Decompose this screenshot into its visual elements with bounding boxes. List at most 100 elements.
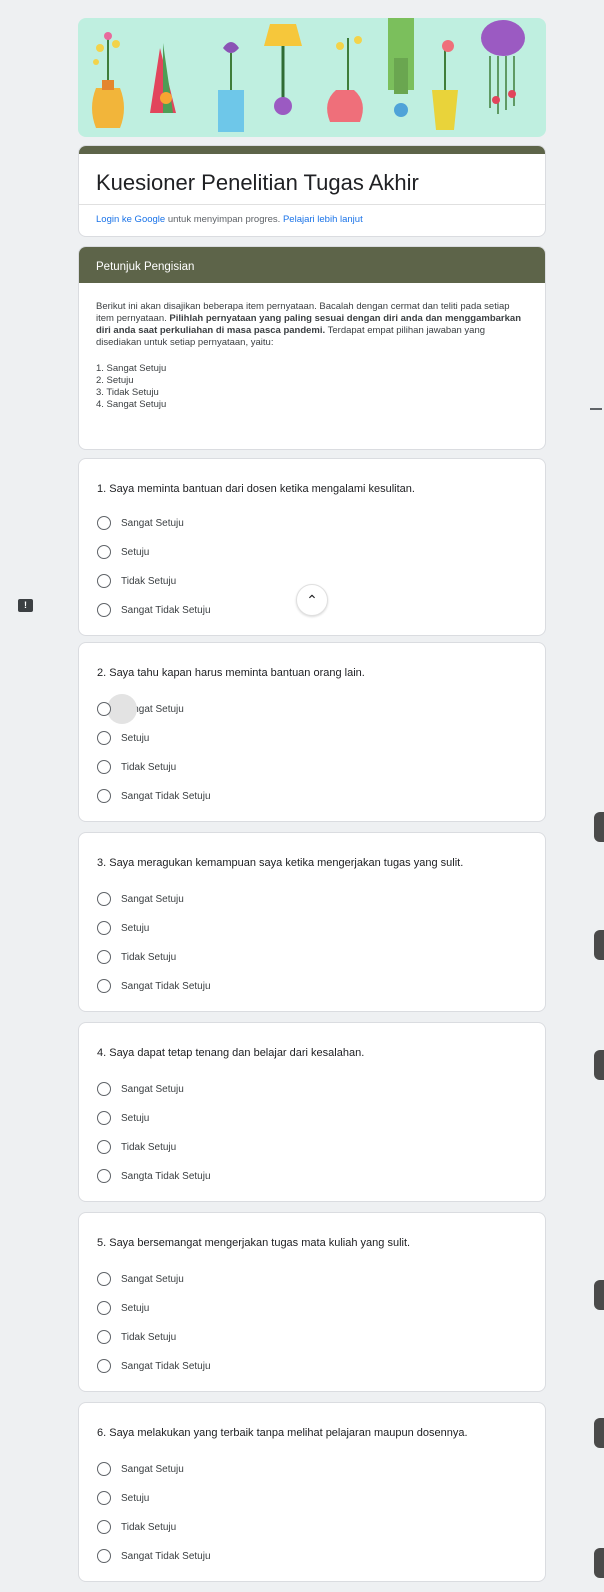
edge-tab[interactable] (594, 930, 604, 960)
question-text: 6. Saya melakukan yang terbaik tanpa mel… (97, 1427, 468, 1439)
radio-button[interactable] (97, 760, 111, 774)
login-notice-text: untuk menyimpan progres. (165, 214, 283, 225)
option-row[interactable]: Setuju (97, 1488, 149, 1508)
edge-tab[interactable] (594, 1418, 604, 1448)
radio-button[interactable] (97, 1491, 111, 1505)
option-label: Sangat Tidak Setuju (121, 980, 211, 992)
option-row[interactable]: Tidak Setuju (97, 571, 176, 591)
option-row[interactable]: Tidak Setuju (97, 1137, 176, 1157)
edge-marker (590, 408, 602, 410)
edge-tab[interactable] (594, 812, 604, 842)
option-row[interactable]: Sangat Setuju (97, 1079, 184, 1099)
option-label: Sangat Setuju (121, 1273, 184, 1285)
option-row[interactable]: Sangta Tidak Setuju (97, 1166, 211, 1186)
title-accent-bar (79, 146, 545, 154)
question-text: 4. Saya dapat tetap tenang dan belajar d… (97, 1047, 365, 1059)
edge-tab[interactable] (594, 1548, 604, 1578)
login-link[interactable]: Login ke Google (96, 214, 165, 225)
report-icon[interactable]: ! (18, 599, 33, 612)
radio-button[interactable] (97, 1272, 111, 1286)
radio-button[interactable] (97, 1359, 111, 1373)
answer-choice: 1. Sangat Setuju (96, 363, 167, 374)
radio-button[interactable] (97, 950, 111, 964)
section-intro: Berikut ini akan disajikan beberapa item… (96, 301, 528, 349)
question-text: 5. Saya bersemangat mengerjakan tugas ma… (97, 1237, 411, 1249)
radio-button[interactable] (97, 892, 111, 906)
chevron-up-icon: ⌃ (306, 591, 318, 608)
option-row[interactable]: Sangat Tidak Setuju (97, 1356, 211, 1376)
edge-tab[interactable] (594, 1050, 604, 1080)
focus-halo (107, 694, 137, 724)
option-label: Sangta Tidak Setuju (121, 1170, 211, 1182)
login-notice: Login ke Google untuk menyimpan progres.… (96, 214, 363, 225)
section-description: Berikut ini akan disajikan beberapa item… (79, 283, 545, 411)
question-card-3: 3. Saya meragukan kemampuan saya ketika … (78, 832, 546, 1012)
radio-button[interactable] (97, 1549, 111, 1563)
radio-button[interactable] (97, 921, 111, 935)
title-divider (79, 204, 545, 205)
option-row[interactable]: Sangat Setuju (97, 1269, 184, 1289)
option-label: Tidak Setuju (121, 1331, 177, 1343)
option-row[interactable]: Sangat Tidak Setuju (97, 976, 211, 996)
option-label: Setuju (121, 1112, 150, 1124)
option-label: Setuju (121, 1492, 150, 1504)
option-row[interactable]: Setuju (97, 1108, 149, 1128)
answer-choice: 4. Sangat Setuju (96, 399, 167, 410)
option-label: Sangat Setuju (121, 893, 184, 905)
radio-button[interactable] (97, 545, 111, 559)
option-label: Sangat Tidak Setuju (121, 1550, 211, 1562)
radio-button[interactable] (97, 731, 111, 745)
option-row[interactable]: Setuju (97, 728, 149, 748)
option-row[interactable]: Tidak Setuju (97, 1517, 176, 1537)
option-row[interactable]: Setuju (97, 1298, 149, 1318)
radio-button[interactable] (97, 1330, 111, 1344)
option-row[interactable]: Setuju (97, 918, 149, 938)
header-banner (78, 18, 546, 137)
option-row[interactable]: Tidak Setuju (97, 947, 176, 967)
option-label: Sangat Tidak Setuju (121, 604, 211, 616)
option-row[interactable]: Sangat Setuju (97, 513, 184, 533)
question-card-5: 5. Saya bersemangat mengerjakan tugas ma… (78, 1212, 546, 1392)
question-text: 3. Saya meragukan kemampuan saya ketika … (97, 857, 464, 869)
radio-button[interactable] (97, 574, 111, 588)
learn-more-link[interactable]: Pelajari lebih lanjut (283, 214, 363, 225)
radio-button[interactable] (97, 979, 111, 993)
option-label: Setuju (121, 1302, 150, 1314)
option-row[interactable]: Tidak Setuju (97, 757, 176, 777)
option-row[interactable]: Sangat Tidak Setuju (97, 600, 211, 620)
radio-button[interactable] (97, 702, 111, 716)
question-card-4: 4. Saya dapat tetap tenang dan belajar d… (78, 1022, 546, 1202)
option-row[interactable]: Sangat Setuju (97, 694, 184, 724)
radio-button[interactable] (97, 1301, 111, 1315)
option-row[interactable]: Tidak Setuju (97, 1327, 176, 1347)
form-title: Kuesioner Penelitian Tugas Akhir (96, 170, 419, 195)
option-row[interactable]: Sangat Setuju (97, 889, 184, 909)
radio-button[interactable] (97, 1082, 111, 1096)
radio-button[interactable] (97, 603, 111, 617)
option-label: Sangat Setuju (121, 1083, 184, 1095)
flower-vases-illustration (92, 18, 525, 132)
option-label: Setuju (121, 922, 150, 934)
option-label: Setuju (121, 546, 150, 558)
option-row[interactable]: Setuju (97, 542, 149, 562)
question-text: 2. Saya tahu kapan harus meminta bantuan… (97, 667, 365, 679)
radio-button[interactable] (97, 516, 111, 530)
radio-button[interactable] (97, 1520, 111, 1534)
option-row[interactable]: Sangat Tidak Setuju (97, 786, 211, 806)
radio-button[interactable] (97, 789, 111, 803)
option-label: Sangat Setuju (121, 517, 184, 529)
radio-button[interactable] (97, 1140, 111, 1154)
form-title-card: Kuesioner Penelitian Tugas Akhir Login k… (78, 145, 546, 237)
answer-choice-list: 1. Sangat Setuju 2. Setuju 3. Tidak Setu… (96, 363, 528, 411)
radio-button[interactable] (97, 1462, 111, 1476)
section-header: Petunjuk Pengisian (79, 247, 545, 283)
answer-choice: 3. Tidak Setuju (96, 387, 159, 398)
radio-button[interactable] (97, 1169, 111, 1183)
edge-tab[interactable] (594, 1280, 604, 1310)
option-row[interactable]: Sangat Setuju (97, 1459, 184, 1479)
option-label: Sangat Tidak Setuju (121, 790, 211, 802)
radio-button[interactable] (97, 1111, 111, 1125)
option-row[interactable]: Sangat Tidak Setuju (97, 1546, 211, 1566)
option-label: Sangat Tidak Setuju (121, 1360, 211, 1372)
scroll-up-button[interactable]: ⌃ (296, 584, 328, 616)
